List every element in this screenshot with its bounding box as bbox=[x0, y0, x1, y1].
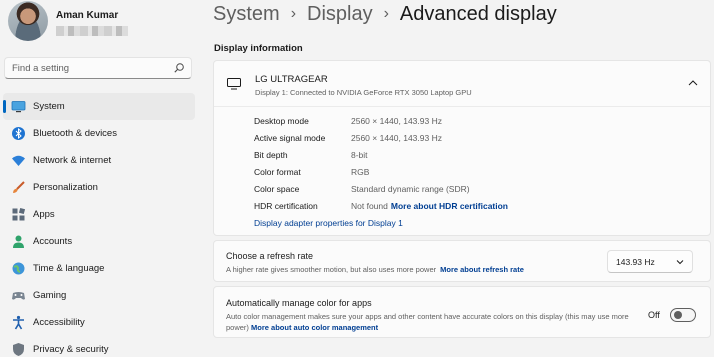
spec-row: Color space Standard dynamic range (SDR) bbox=[254, 182, 694, 199]
sidebar-item-label: Privacy & security bbox=[33, 344, 109, 355]
sidebar-item-label: Accessibility bbox=[33, 317, 85, 328]
spec-value: 8-bit bbox=[351, 150, 368, 160]
sidebar-item-label: Accounts bbox=[33, 236, 73, 247]
sidebar-nav: System Bluetooth & devices Network & int… bbox=[0, 93, 196, 357]
sidebar-item-apps[interactable]: Apps bbox=[3, 201, 195, 228]
display-info-header[interactable]: LG ULTRAGEAR Display 1: Connected to NVI… bbox=[214, 61, 710, 107]
toggle-state-label: Off bbox=[648, 310, 660, 320]
sidebar-item-network[interactable]: Network & internet bbox=[3, 147, 195, 174]
sidebar-item-label: Gaming bbox=[33, 290, 67, 301]
toggle-knob bbox=[674, 311, 682, 319]
sidebar-item-accessibility[interactable]: Accessibility bbox=[3, 309, 195, 336]
bluetooth-icon bbox=[12, 127, 25, 140]
section-title: Display information bbox=[214, 43, 303, 54]
refresh-rate-card: Choose a refresh rate A higher rate give… bbox=[213, 240, 711, 282]
chevron-down-icon bbox=[676, 260, 684, 265]
spec-value: Not found More about HDR certification bbox=[351, 201, 508, 211]
spec-row: Color format RGB bbox=[254, 165, 694, 182]
accessibility-icon bbox=[13, 315, 24, 330]
breadcrumb-system[interactable]: System bbox=[213, 3, 280, 26]
auto-color-description: Auto color management makes sure your ap… bbox=[226, 312, 646, 333]
shield-icon bbox=[13, 343, 24, 356]
chevron-up-icon[interactable] bbox=[688, 79, 698, 87]
user-profile[interactable]: Aman Kumar bbox=[4, 0, 200, 44]
sidebar-item-label: Bluetooth & devices bbox=[33, 128, 117, 139]
system-icon bbox=[11, 101, 26, 113]
hdr-status: Not found bbox=[351, 201, 388, 211]
sidebar-item-privacy[interactable]: Privacy & security bbox=[3, 336, 195, 357]
monitor-name: LG ULTRAGEAR bbox=[255, 74, 328, 85]
sidebar-item-gaming[interactable]: Gaming bbox=[3, 282, 195, 309]
breadcrumb-display[interactable]: Display bbox=[307, 3, 373, 26]
monitor-subtitle: Display 1: Connected to NVIDIA GeForce R… bbox=[255, 88, 472, 97]
auto-color-title: Automatically manage color for apps bbox=[226, 298, 372, 308]
sidebar-item-personalization[interactable]: Personalization bbox=[3, 174, 195, 201]
spec-row: Active signal mode 2560 × 1440, 143.93 H… bbox=[254, 131, 694, 148]
search-icon[interactable] bbox=[173, 62, 185, 74]
refresh-rate-description: A higher rate gives smoother motion, but… bbox=[226, 265, 524, 274]
refresh-rate-dropdown[interactable]: 143.93 Hz bbox=[607, 250, 693, 273]
spec-label: Desktop mode bbox=[254, 116, 309, 126]
display-info-card: LG ULTRAGEAR Display 1: Connected to NVI… bbox=[213, 60, 711, 236]
wifi-icon bbox=[12, 155, 25, 166]
avatar[interactable] bbox=[8, 1, 48, 41]
spec-value: 2560 × 1440, 143.93 Hz bbox=[351, 116, 442, 126]
sidebar-item-label: Apps bbox=[33, 209, 55, 220]
spec-label: Bit depth bbox=[254, 150, 288, 160]
gamepad-icon bbox=[12, 292, 25, 300]
brush-icon bbox=[13, 181, 25, 193]
page-title: Advanced display bbox=[399, 2, 557, 25]
sidebar-item-bluetooth[interactable]: Bluetooth & devices bbox=[3, 120, 195, 147]
sidebar-item-label: Network & internet bbox=[33, 155, 112, 166]
spec-row: HDR certification Not found More about HD… bbox=[254, 199, 694, 216]
refresh-rate-description-text: A higher rate gives smoother motion, but… bbox=[226, 265, 437, 274]
auto-color-card: Automatically manage color for apps Auto… bbox=[213, 286, 711, 338]
refresh-rate-link[interactable]: More about refresh rate bbox=[440, 265, 524, 274]
sidebar-item-label: Personalization bbox=[33, 182, 98, 193]
user-email-redacted bbox=[56, 26, 128, 36]
breadcrumb: System › Display › Advanced display bbox=[213, 0, 557, 28]
spec-row: Desktop mode 2560 × 1440, 143.93 Hz bbox=[254, 114, 694, 131]
spec-value: RGB bbox=[351, 167, 370, 177]
search-input[interactable]: Find a setting bbox=[12, 63, 69, 74]
spec-label: Color format bbox=[254, 167, 301, 177]
spec-value: Standard dynamic range (SDR) bbox=[351, 184, 470, 194]
display-adapter-properties-link[interactable]: Display adapter properties for Display 1 bbox=[254, 218, 403, 228]
breadcrumb-separator: › bbox=[383, 5, 389, 22]
apps-icon bbox=[12, 207, 26, 221]
spec-label: Active signal mode bbox=[254, 133, 326, 143]
auto-color-link[interactable]: More about auto color management bbox=[251, 323, 378, 332]
spec-label: Color space bbox=[254, 184, 300, 194]
sidebar-item-accounts[interactable]: Accounts bbox=[3, 228, 195, 255]
breadcrumb-separator: › bbox=[290, 5, 297, 22]
globe-icon bbox=[12, 262, 25, 275]
hdr-certification-link[interactable]: More about HDR certification bbox=[391, 201, 508, 211]
spec-value: 2560 × 1440, 143.93 Hz bbox=[351, 133, 442, 143]
auto-color-toggle[interactable] bbox=[670, 308, 696, 322]
sidebar: Aman Kumar Find a setting System Bluetoo… bbox=[0, 0, 200, 357]
display-spec-list: Desktop mode 2560 × 1440, 143.93 Hz Acti… bbox=[254, 114, 694, 216]
sidebar-item-system[interactable]: System bbox=[3, 93, 195, 120]
sidebar-item-label: System bbox=[33, 101, 65, 112]
sidebar-item-time-language[interactable]: Time & language bbox=[3, 255, 195, 282]
accounts-icon bbox=[13, 235, 24, 248]
spec-row: Bit depth 8-bit bbox=[254, 148, 694, 165]
search-box[interactable]: Find a setting bbox=[4, 57, 192, 79]
spec-label: HDR certification bbox=[254, 201, 318, 211]
refresh-rate-value: 143.93 Hz bbox=[616, 257, 655, 267]
user-name: Aman Kumar bbox=[56, 10, 119, 21]
refresh-rate-title: Choose a refresh rate bbox=[226, 251, 314, 261]
monitor-icon bbox=[227, 78, 241, 90]
sidebar-item-label: Time & language bbox=[33, 263, 105, 274]
